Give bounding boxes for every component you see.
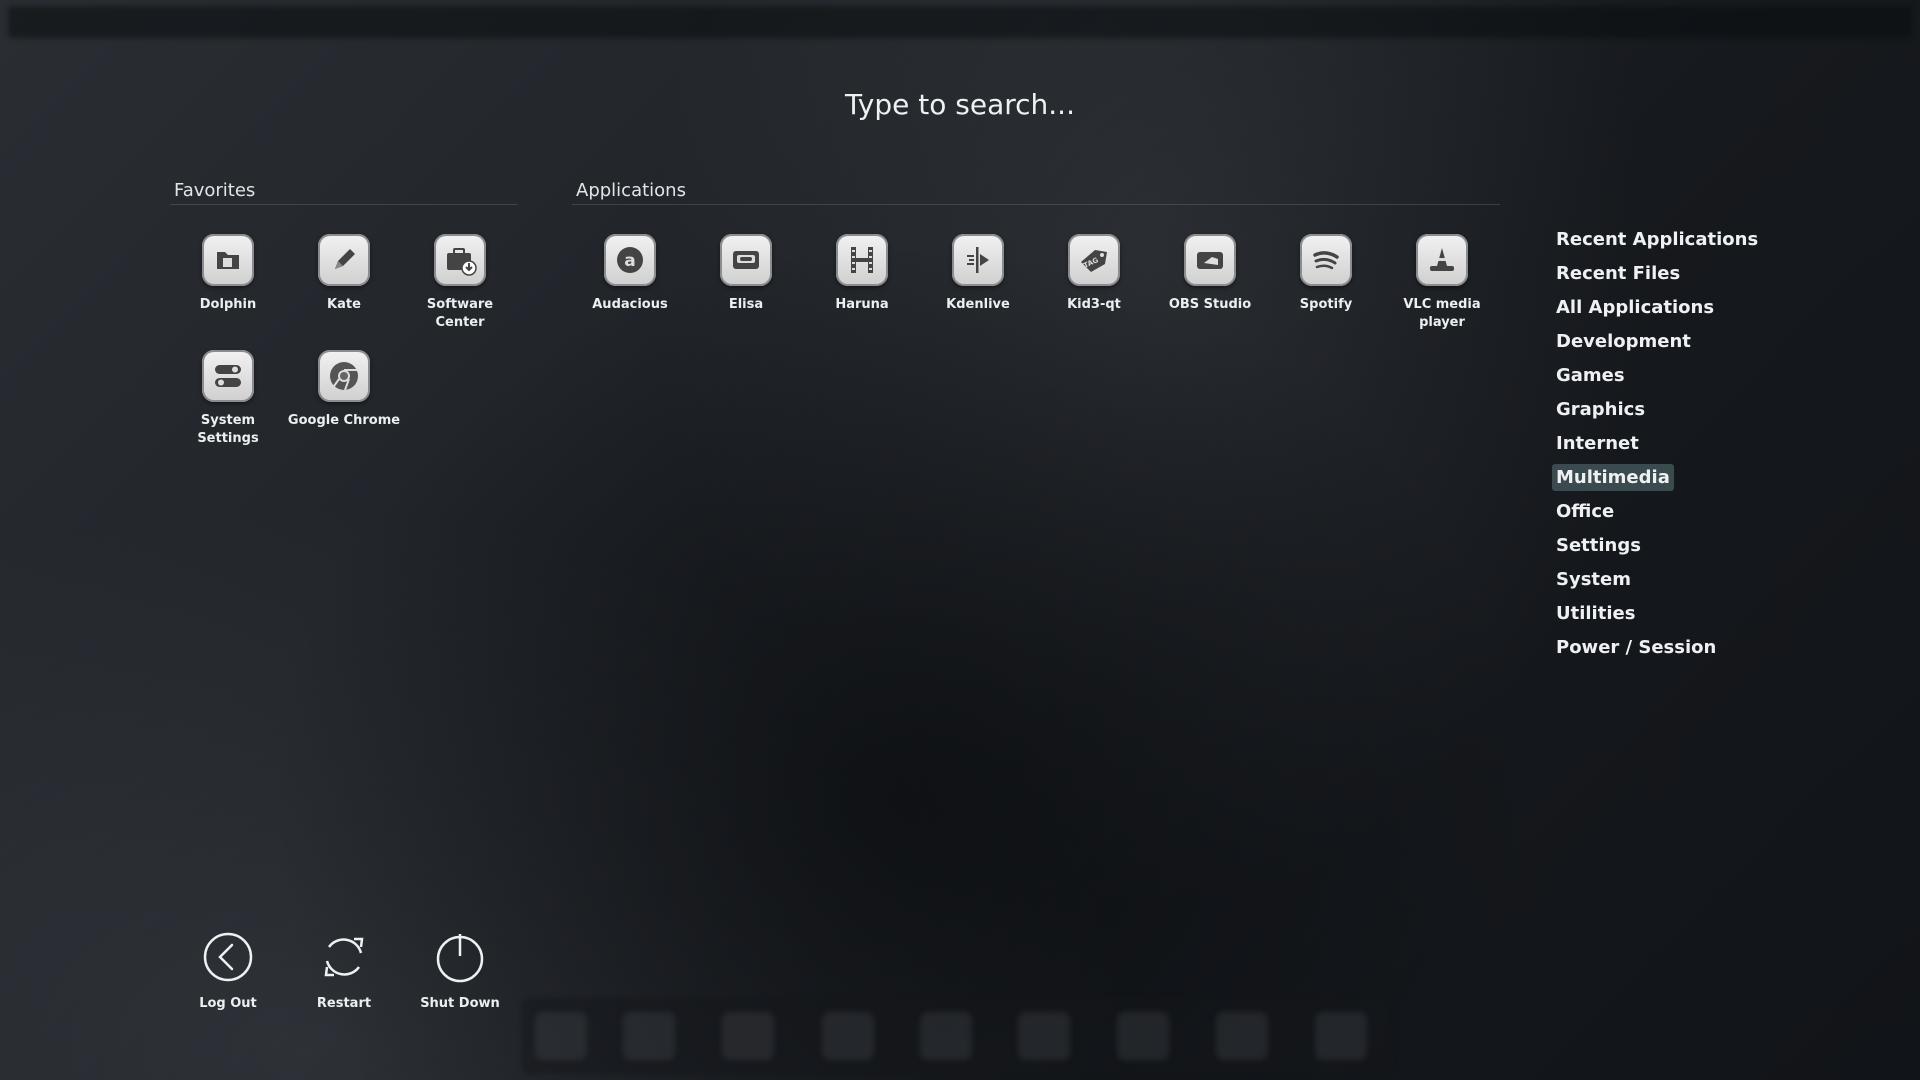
applications-title: Applications [576, 180, 686, 201]
app-label: Elisa [728, 297, 764, 312]
audacious-icon: a [604, 234, 656, 286]
app-label: Spotify [1299, 297, 1353, 312]
app-label: Audacious [592, 297, 668, 312]
app-tile-haruna[interactable]: Haruna [804, 234, 920, 314]
search-field[interactable]: Type to search... [0, 88, 1920, 121]
shut-down-button[interactable]: Shut Down [402, 930, 518, 1011]
category-multimedia[interactable]: Multimedia [1552, 464, 1674, 491]
category-games[interactable]: Games [1552, 362, 1629, 389]
applications-divider [572, 204, 1500, 205]
app-label: Kdenlive [946, 297, 1010, 312]
app-label: Software Center [426, 297, 494, 330]
spotify-icon [1300, 234, 1352, 286]
dock-item [535, 1012, 587, 1060]
app-tile-kate[interactable]: Kate [286, 234, 402, 314]
dock-item [1315, 1012, 1367, 1060]
category-graphics[interactable]: Graphics [1552, 396, 1649, 423]
category-recent-files[interactable]: Recent Files [1552, 260, 1684, 287]
settings-toggle-icon [202, 350, 254, 402]
app-label: System Settings [197, 413, 259, 446]
app-label: Kate [327, 297, 361, 312]
dock-item [822, 1012, 874, 1060]
power-label: Restart [316, 996, 372, 1011]
app-tile-elisa[interactable]: Elisa [688, 234, 804, 314]
category-internet[interactable]: Internet [1552, 430, 1643, 457]
log-out-icon [203, 932, 253, 982]
app-tile-vlc-media-player[interactable]: VLC media player [1384, 234, 1500, 332]
category-recent-applications[interactable]: Recent Applications [1552, 226, 1762, 253]
power-label: Shut Down [420, 996, 500, 1011]
log-out-button[interactable]: Log Out [170, 930, 286, 1011]
dock-item [623, 1012, 675, 1060]
app-label: OBS Studio [1168, 297, 1252, 312]
favorites-divider [170, 204, 518, 205]
app-tile-obs-studio[interactable]: OBS Studio [1152, 234, 1268, 314]
category-office[interactable]: Office [1552, 498, 1618, 525]
cone-icon [1416, 234, 1468, 286]
app-label: Kid3-qt [1067, 297, 1121, 312]
cassette-icon [720, 234, 772, 286]
restart-icon [324, 937, 364, 977]
tag-icon: TAG [1068, 234, 1120, 286]
power-label: Log Out [199, 996, 257, 1011]
film-icon [836, 234, 888, 286]
favorites-title: Favorites [174, 180, 256, 201]
top-panel-blurred [8, 6, 1912, 38]
category-settings[interactable]: Settings [1552, 532, 1645, 559]
app-label: VLC media player [1403, 297, 1481, 330]
dock-item [1018, 1012, 1070, 1060]
app-tile-audacious[interactable]: a Audacious [572, 234, 688, 314]
app-tile-kdenlive[interactable]: Kdenlive [920, 234, 1036, 314]
app-tile-kid3-qt[interactable]: TAG Kid3-qt [1036, 234, 1152, 314]
app-tile-software-center[interactable]: Software Center [402, 234, 518, 332]
category-power-session[interactable]: Power / Session [1552, 634, 1720, 661]
power-icon [436, 934, 484, 983]
app-tile-dolphin[interactable]: Dolphin [170, 234, 286, 314]
restart-button[interactable]: Restart [286, 930, 402, 1011]
svg-text:a: a [624, 251, 635, 271]
app-label: Haruna [835, 297, 889, 312]
camera-icon [1184, 234, 1236, 286]
app-label: Google Chrome [287, 413, 401, 428]
category-all-applications[interactable]: All Applications [1552, 294, 1718, 321]
category-utilities[interactable]: Utilities [1552, 600, 1639, 627]
category-system[interactable]: System [1552, 566, 1635, 593]
app-tile-google-chrome[interactable]: Google Chrome [286, 350, 402, 430]
app-tile-system-settings[interactable]: System Settings [170, 350, 286, 448]
app-tile-spotify[interactable]: Spotify [1268, 234, 1384, 314]
dock-item [722, 1012, 774, 1060]
kdenlive-icon [952, 234, 1004, 286]
pen-icon [318, 234, 370, 286]
category-development[interactable]: Development [1552, 328, 1695, 355]
chrome-icon [318, 350, 370, 402]
dock-item [1216, 1012, 1268, 1060]
software-center-icon [434, 234, 486, 286]
dock-item [920, 1012, 972, 1060]
dock-item [1117, 1012, 1169, 1060]
app-label: Dolphin [199, 297, 257, 312]
folder-icon [202, 234, 254, 286]
